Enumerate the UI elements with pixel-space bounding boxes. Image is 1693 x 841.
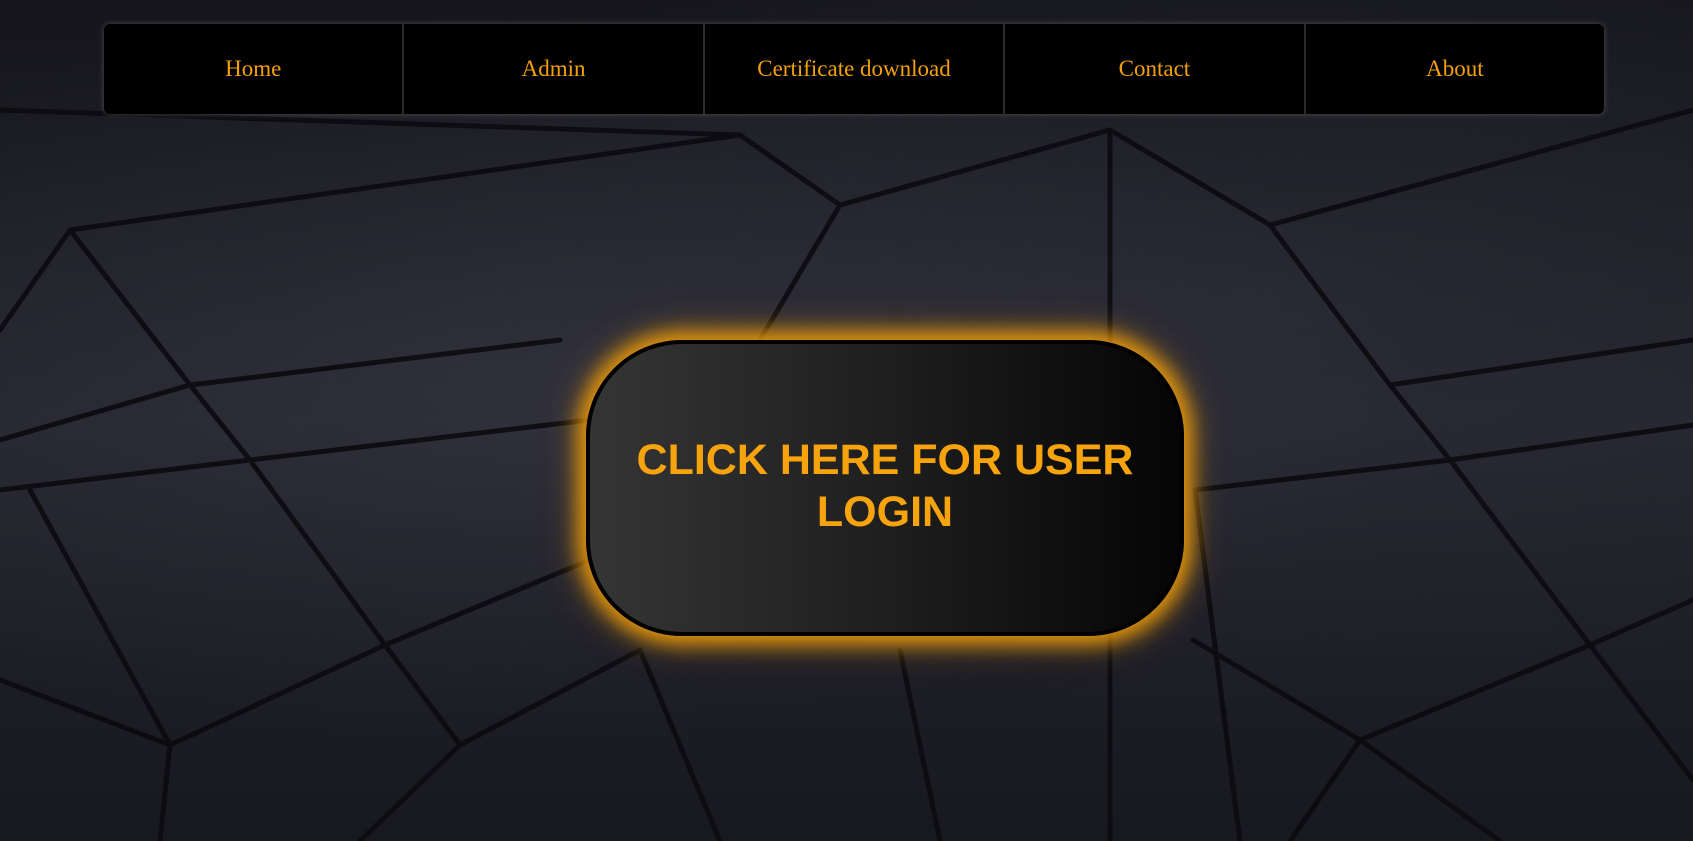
page: Home Admin Certificate download Contact … [0,0,1693,841]
nav-item-admin[interactable]: Admin [404,24,705,114]
nav-item-contact[interactable]: Contact [1005,24,1306,114]
user-login-button-label: CLICK HERE FOR USER LOGIN [636,436,1134,536]
nav-item-label: Admin [521,56,586,81]
nav-item-home[interactable]: Home [104,24,405,114]
nav-item-label: Contact [1118,56,1191,81]
nav-item-label: About [1426,56,1484,81]
nav-item-label: Certificate download [757,56,951,81]
user-login-button[interactable]: CLICK HERE FOR USER LOGIN [586,340,1184,636]
nav-item-label: Home [225,56,282,81]
nav-item-about[interactable]: About [1306,24,1604,114]
top-nav-bar: Home Admin Certificate download Contact … [104,24,1604,114]
nav-item-certificate-download[interactable]: Certificate download [705,24,1006,114]
